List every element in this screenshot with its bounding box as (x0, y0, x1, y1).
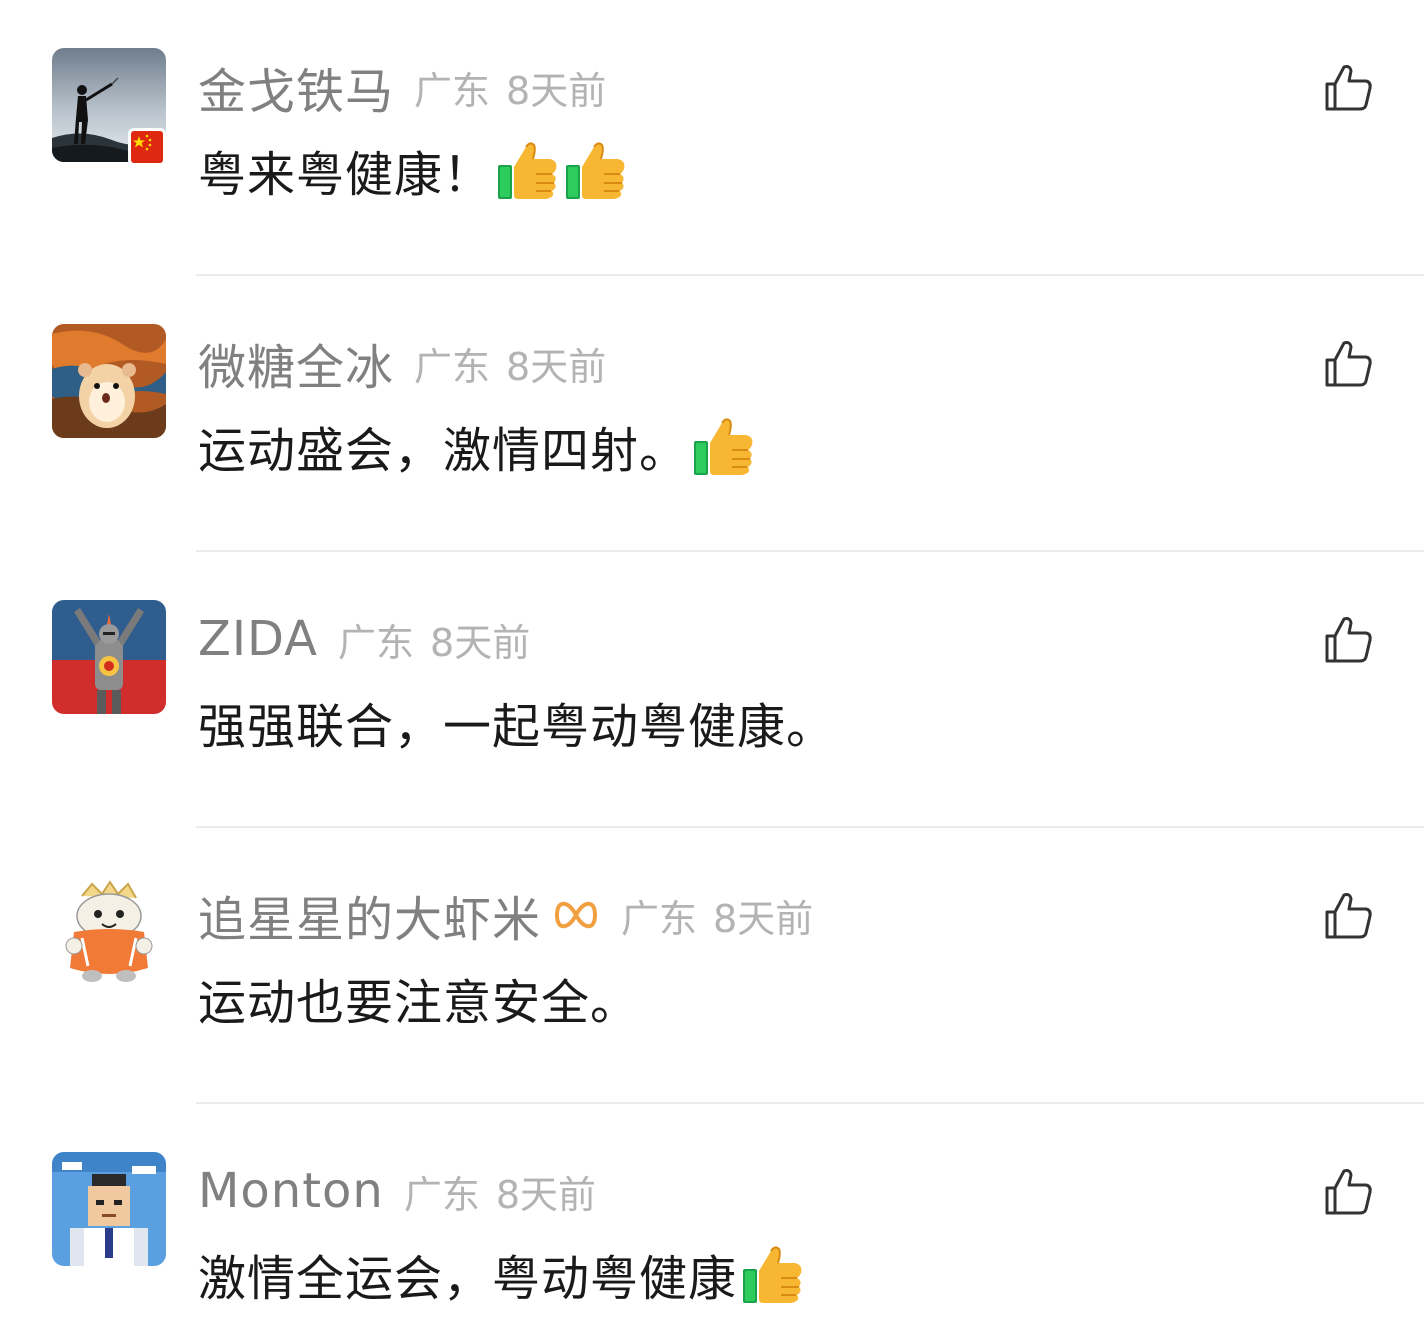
comment-text: 粤来粤健康！ (198, 135, 628, 205)
comment-item: Monton 广东 8天前 激情全运会，粤动粤健康 (0, 1104, 1424, 1342)
comment-item: 金戈铁马 广东 8天前 粤来粤健康！ (0, 0, 1424, 276)
thumbs-up-emoji-icon (741, 1243, 805, 1305)
username[interactable]: ZIDA (198, 611, 318, 667)
user-avatar[interactable] (52, 600, 166, 714)
user-avatar[interactable] (52, 1152, 166, 1266)
china-flag-icon (128, 128, 166, 166)
comment-body: 粤来粤健康！ (198, 147, 493, 203)
comment-body: 激情全运会，粤动粤健康 (198, 1251, 738, 1307)
like-button[interactable] (1322, 62, 1374, 114)
comment-meta: 追星星的大虾米 广东 8天前 (198, 880, 814, 950)
comment-body: 运动盛会，激情四射。 (198, 423, 689, 479)
like-button[interactable] (1322, 614, 1374, 666)
location-label: 广东 (621, 896, 698, 941)
location-label: 广东 (403, 1172, 480, 1217)
location-label: 广东 (414, 68, 491, 113)
comment-meta: ZIDA 广东 8天前 (198, 607, 530, 671)
username[interactable]: Monton (198, 1163, 384, 1219)
like-button[interactable] (1322, 1166, 1374, 1218)
knight-praise-sun-avatar (52, 600, 166, 714)
comment-item: ZIDA 广东 8天前 强强联合，一起粤动粤健康。 (0, 552, 1424, 828)
user-avatar[interactable] (52, 876, 166, 990)
thumbs-up-emoji-icon (692, 415, 756, 477)
user-avatar[interactable] (52, 324, 166, 438)
comment-item: 追星星的大虾米 广东 8天前 运动也要注意安全。 (0, 828, 1424, 1104)
comment-text: 激情全运会，粤动粤健康 (198, 1239, 805, 1309)
timestamp: 8天前 (713, 896, 814, 941)
timestamp: 8天前 (506, 68, 607, 113)
cartoon-tiger-avatar (52, 876, 166, 990)
thumbs-up-outline-icon (1325, 893, 1372, 939)
comment-text: 强强联合，一起粤动粤健康。 (198, 687, 835, 757)
infinity-vip-icon (551, 893, 601, 937)
username[interactable]: 微糖全冰 (198, 328, 394, 398)
thumbs-up-outline-icon (1325, 341, 1372, 387)
thumbs-up-outline-icon (1325, 65, 1372, 111)
timestamp: 8天前 (430, 620, 531, 665)
like-button[interactable] (1322, 890, 1374, 942)
comment-meta: Monton 广东 8天前 (198, 1159, 596, 1223)
thumbs-up-outline-icon (1325, 617, 1372, 663)
comment-text: 运动盛会，激情四射。 (198, 411, 756, 481)
location-label: 广东 (338, 620, 415, 665)
username[interactable]: 金戈铁马 (198, 52, 394, 122)
comment-body: 强强联合，一起粤动粤健康。 (198, 699, 836, 755)
timestamp: 8天前 (506, 344, 607, 389)
comment-body: 运动也要注意安全。 (198, 975, 640, 1031)
hamster-scream-painting-avatar (52, 324, 166, 438)
comment-text: 运动也要注意安全。 (198, 963, 639, 1033)
comment-meta: 微糖全冰 广东 8天前 (198, 328, 607, 398)
comment-item: 微糖全冰 广东 8天前 运动盛会，激情四射。 (0, 276, 1424, 552)
thumbs-up-emoji-icon (496, 139, 560, 201)
thumbs-up-outline-icon (1325, 1169, 1372, 1215)
username[interactable]: 追星星的大虾米 (198, 880, 541, 950)
timestamp: 8天前 (495, 1172, 597, 1217)
location-label: 广东 (414, 344, 491, 389)
pixel-man-avatar (52, 1152, 166, 1266)
thumbs-up-emoji-icon (564, 139, 628, 201)
comment-meta: 金戈铁马 广东 8天前 (198, 52, 607, 122)
like-button[interactable] (1322, 338, 1374, 390)
